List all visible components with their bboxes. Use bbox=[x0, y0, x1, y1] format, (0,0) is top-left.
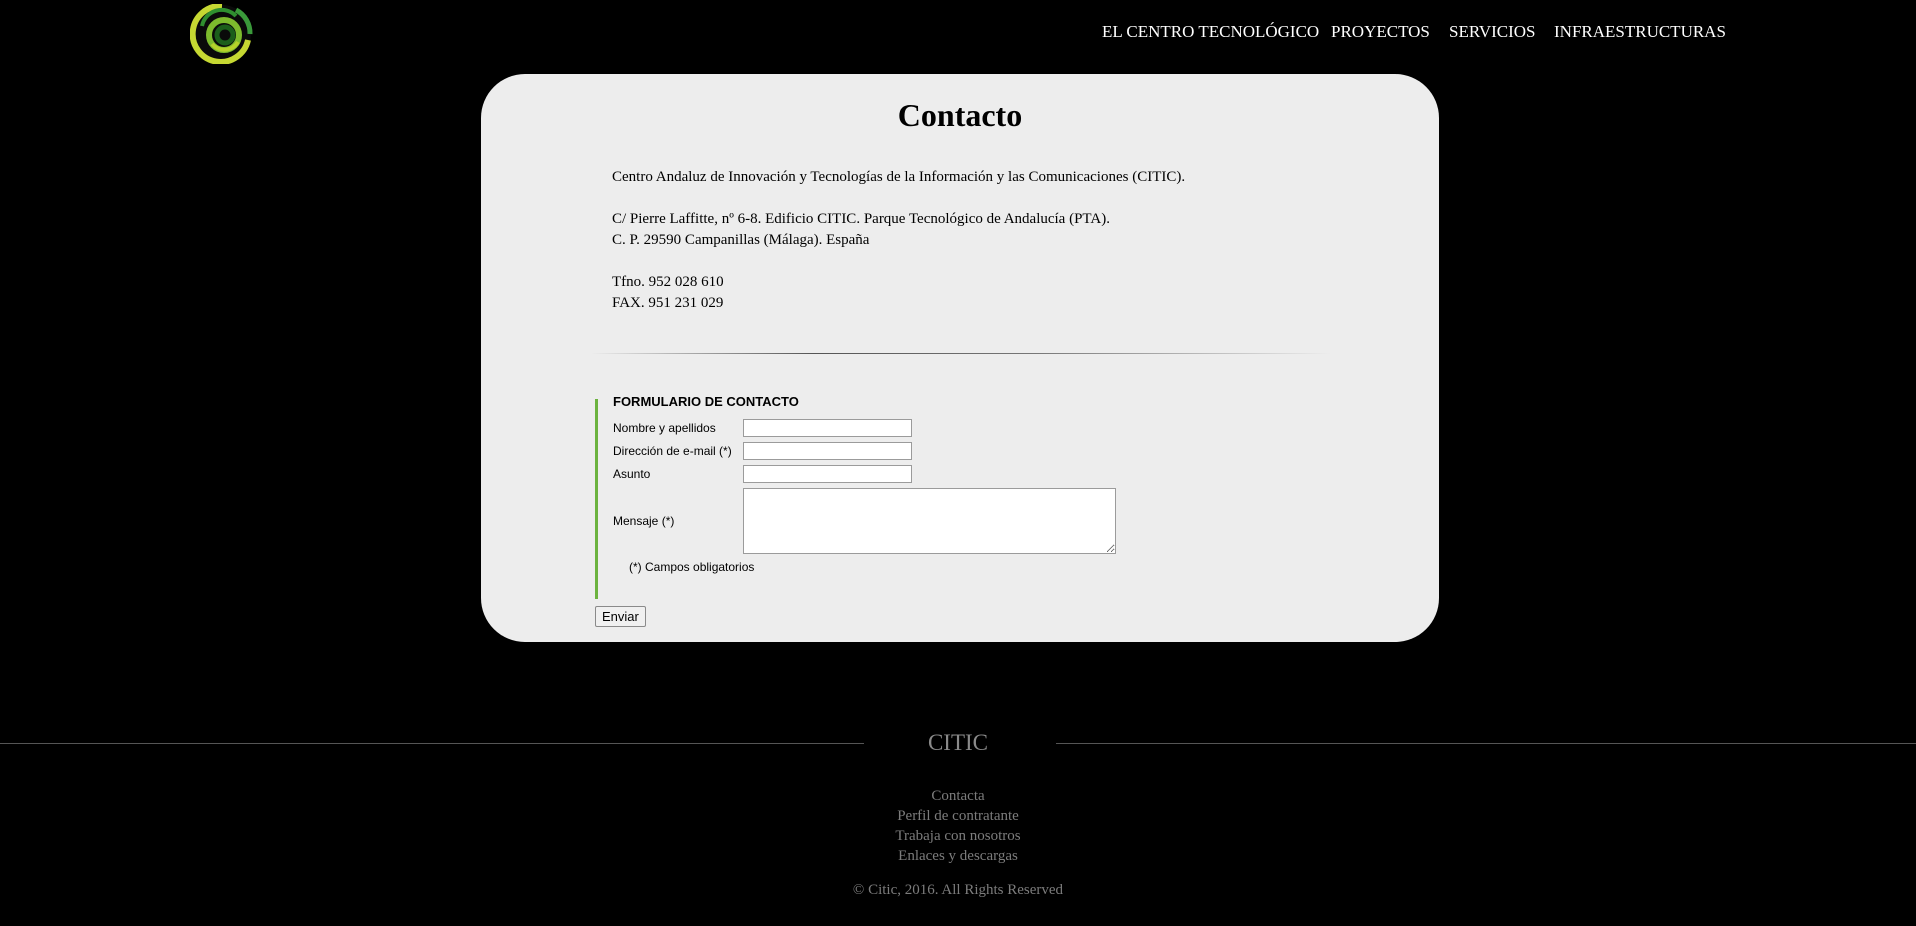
contact-form: FORMULARIO DE CONTACTO Nombre y apellido… bbox=[595, 394, 1138, 599]
email-input[interactable] bbox=[743, 442, 912, 460]
form-title: FORMULARIO DE CONTACTO bbox=[613, 394, 799, 409]
footer-link-enlaces[interactable]: Enlaces y descargas bbox=[0, 846, 1916, 866]
message-textarea[interactable] bbox=[743, 488, 1116, 554]
page-title: Contacto bbox=[897, 97, 1023, 133]
section-divider bbox=[591, 353, 1331, 354]
contact-info: Centro Andaluz de Innovación y Tecnologí… bbox=[612, 167, 1185, 314]
contact-panel: Contacto Centro Andaluz de Innovación y … bbox=[481, 74, 1439, 642]
subject-label: Asunto bbox=[613, 467, 651, 481]
email-label: Dirección de e-mail (*) bbox=[613, 444, 732, 458]
address-line-1: C/ Pierre Laffitte, nº 6-8. Edificio CIT… bbox=[612, 211, 1110, 227]
footer-link-trabaja[interactable]: Trabaja con nosotros bbox=[0, 826, 1916, 846]
fax-number: FAX. 951 231 029 bbox=[612, 295, 724, 311]
name-label: Nombre y apellidos bbox=[613, 421, 716, 435]
nav-servicios[interactable]: SERVICIOS bbox=[1449, 22, 1536, 42]
required-fields-note: (*) Campos obligatorios bbox=[629, 560, 755, 574]
message-label: Mensaje (*) bbox=[613, 514, 675, 528]
footer-link-contacta[interactable]: Contacta bbox=[0, 786, 1916, 806]
nav-centro-tecnologico[interactable]: EL CENTRO TECNOLÓGICO bbox=[1102, 22, 1319, 42]
phone-number: Tfno. 952 028 610 bbox=[612, 274, 724, 290]
send-button[interactable]: Enviar bbox=[595, 606, 646, 627]
organization-name: Centro Andaluz de Innovación y Tecnologí… bbox=[612, 169, 1186, 185]
footer-brand: CITIC bbox=[927, 730, 989, 755]
name-input[interactable] bbox=[743, 419, 912, 437]
subject-input[interactable] bbox=[743, 465, 912, 483]
copyright-text: © Citic, 2016. All Rights Reserved bbox=[852, 882, 1064, 898]
address-line-2: C. P. 29590 Campanillas (Málaga). España bbox=[612, 232, 870, 248]
nav-proyectos[interactable]: PROYECTOS bbox=[1331, 22, 1430, 42]
nav-infraestructuras[interactable]: INFRAESTRUCTURAS bbox=[1554, 22, 1726, 42]
main-nav: EL CENTRO TECNOLÓGICO PROYECTOS SERVICIO… bbox=[0, 22, 1916, 46]
footer-links: Contacta Perfil de contratante Trabaja c… bbox=[0, 786, 1916, 866]
footer-link-perfil-contratante[interactable]: Perfil de contratante bbox=[0, 806, 1916, 826]
